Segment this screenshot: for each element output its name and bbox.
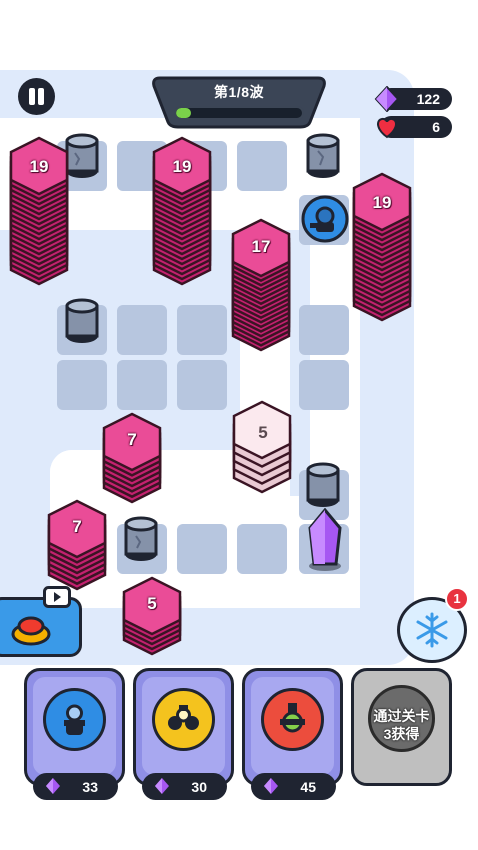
- tower-card-yellow[interactable]: [133, 668, 234, 786]
- enemy-stack: 19: [352, 172, 412, 322]
- stack-count: 5: [147, 594, 157, 613]
- stack-count: 7: [72, 517, 82, 536]
- locked-slot-text: 通过关卡 3获得: [354, 707, 449, 743]
- freeze-badge: 1: [445, 587, 469, 611]
- build-tile[interactable]: [177, 524, 227, 574]
- locked-line-2: 3获得: [383, 726, 420, 742]
- build-tile[interactable]: [299, 360, 349, 410]
- stack-count: 19: [172, 157, 192, 176]
- enemy-stack: 19: [9, 136, 69, 286]
- locked-line-1: 通过关卡: [373, 708, 430, 724]
- build-tile[interactable]: [237, 141, 287, 191]
- price-value: 30: [191, 778, 207, 795]
- blue-tower-price: 33: [33, 773, 118, 800]
- heart-icon: [377, 117, 397, 139]
- gem-icon: [374, 86, 400, 112]
- gem-icon: [46, 778, 60, 794]
- price-value: 45: [300, 778, 316, 795]
- pause-button[interactable]: [18, 78, 55, 115]
- enemy-stack: 5: [122, 576, 182, 656]
- enemy-stack: 17: [231, 218, 291, 352]
- stack-count: 19: [29, 157, 49, 176]
- price-value: 33: [82, 778, 98, 795]
- enemy-stack: 7: [102, 412, 162, 504]
- game-screen: 19 19 17 19 5 7 7 5 第1/8波 122 6 1 33 30 …: [0, 0, 478, 850]
- red-tower-icon: [261, 688, 324, 751]
- gem-count: 122: [416, 91, 440, 107]
- build-tile[interactable]: [177, 305, 227, 355]
- tower-card-red[interactable]: [242, 668, 343, 786]
- lives-counter: 6: [377, 116, 452, 139]
- gem-icon: [264, 778, 278, 794]
- enemy-stack: 7: [47, 499, 107, 591]
- wave-label: 第1/8波: [214, 84, 264, 100]
- build-tile[interactable]: [57, 360, 107, 410]
- wave-progress-fill: [176, 108, 192, 118]
- barrel-obstacle: [65, 298, 99, 343]
- barrel-obstacle: [65, 133, 99, 178]
- stack-count: 19: [372, 193, 392, 212]
- stack-count: 5: [258, 423, 268, 442]
- tower-card-blue[interactable]: [24, 668, 125, 786]
- build-tile[interactable]: [177, 360, 227, 410]
- wave-progress-bar: [174, 106, 304, 120]
- video-reward-button[interactable]: [0, 586, 82, 657]
- locked-tower-slot[interactable]: 通过关卡 3获得: [351, 668, 452, 786]
- bomb-icon: [11, 616, 51, 646]
- red-tower-price: 45: [251, 773, 336, 800]
- snowflake-icon: [416, 612, 448, 648]
- yellow-tower-price: 30: [142, 773, 227, 800]
- stack-count: 17: [251, 237, 271, 256]
- build-tile[interactable]: [117, 360, 167, 410]
- placed-blue-tower[interactable]: [300, 194, 350, 244]
- crystal-base: [308, 508, 342, 571]
- enemy-stack: 19: [152, 136, 212, 286]
- build-tile[interactable]: [237, 524, 287, 574]
- blue-tower-icon: [43, 688, 106, 751]
- lives-count: 6: [432, 119, 440, 135]
- wave-banner: 第1/8波: [150, 76, 328, 129]
- gem-counter: 122: [374, 86, 452, 112]
- video-icon: [43, 586, 71, 608]
- gem-icon: [155, 778, 169, 794]
- barrel-obstacle: [306, 133, 340, 178]
- barrel-obstacle: [124, 516, 158, 561]
- build-tile[interactable]: [117, 305, 167, 355]
- build-tile[interactable]: [299, 305, 349, 355]
- yellow-tower-icon: [152, 688, 215, 751]
- barrel-obstacle: [306, 462, 340, 507]
- stack-count: 7: [127, 430, 137, 449]
- enemy-stack: 5: [232, 400, 294, 494]
